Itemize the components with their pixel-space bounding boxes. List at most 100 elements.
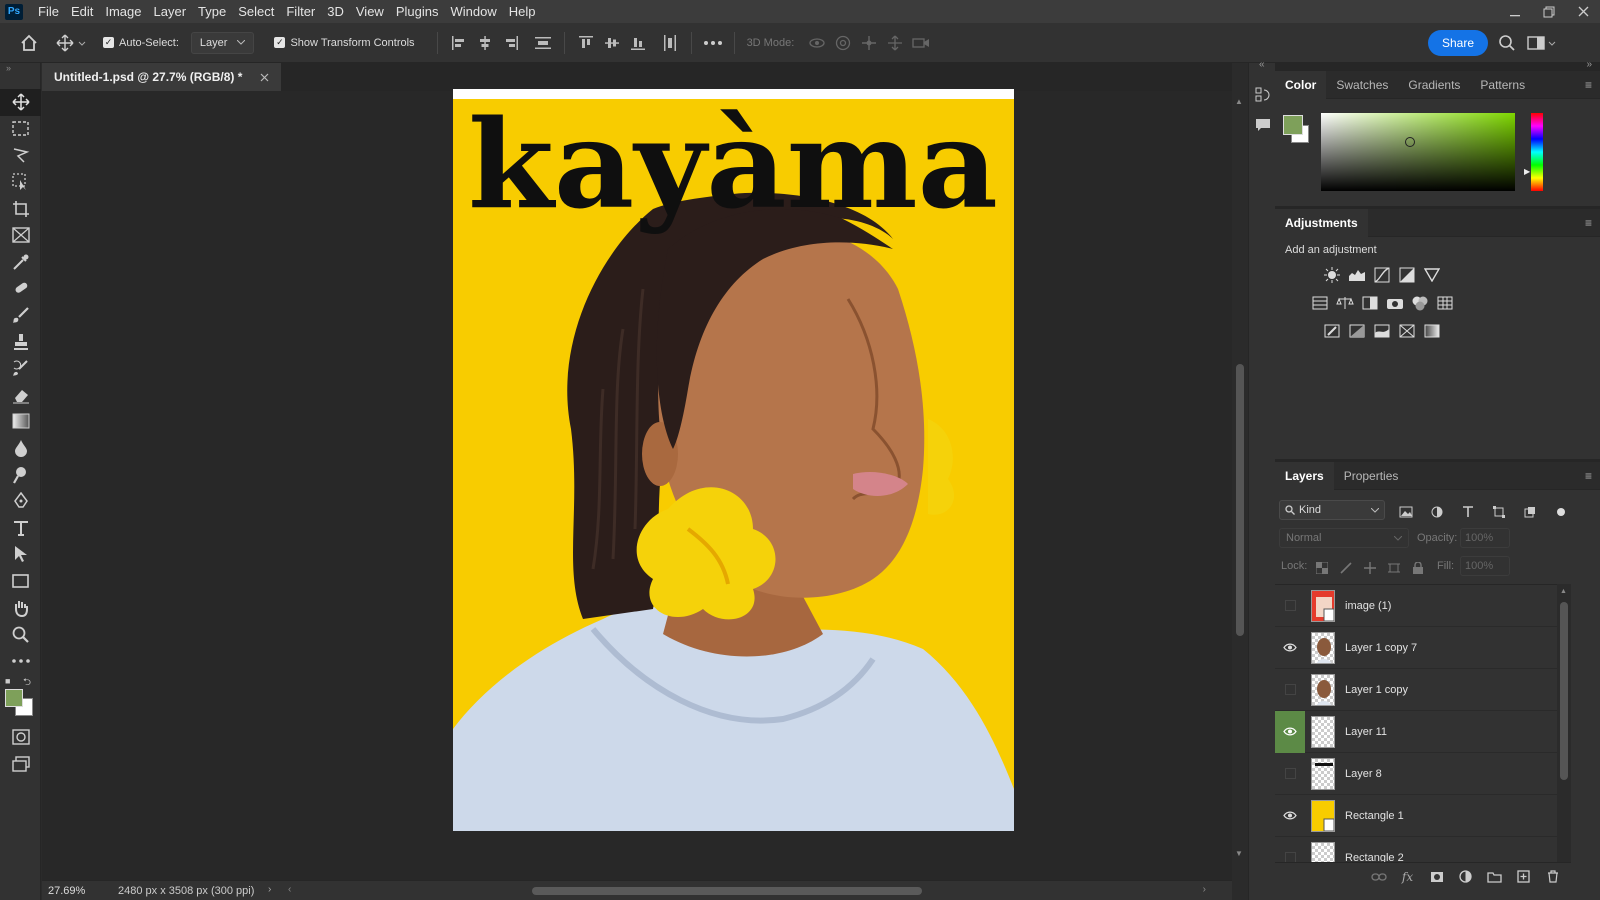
hue-saturation-button[interactable] <box>1307 291 1332 315</box>
lock-position-button[interactable] <box>1359 556 1380 580</box>
panel-foreground-swatch[interactable] <box>1283 115 1303 135</box>
add-mask-button[interactable] <box>1424 865 1449 889</box>
search-button[interactable] <box>1494 30 1520 56</box>
scroll-up-icon[interactable]: ▲ <box>1235 97 1243 106</box>
filter-type-button[interactable] <box>1455 500 1480 524</box>
channel-mixer-button[interactable] <box>1407 291 1432 315</box>
visibility-toggle[interactable] <box>1275 795 1305 837</box>
zoom-tool[interactable] <box>0 621 41 648</box>
path-selection-tool[interactable] <box>0 541 41 568</box>
crop-tool[interactable] <box>0 195 41 222</box>
invert-button[interactable] <box>1319 319 1344 343</box>
3d-roll-button[interactable] <box>830 30 856 56</box>
collapse-panels-icon[interactable]: » <box>1586 59 1592 70</box>
marquee-tool[interactable] <box>0 116 41 143</box>
3d-scale-button[interactable] <box>908 30 934 56</box>
visibility-toggle[interactable] <box>1275 710 1305 753</box>
menu-select[interactable]: Select <box>232 0 280 23</box>
tab-swatches[interactable]: Swatches <box>1326 71 1398 99</box>
link-layers-button[interactable] <box>1366 865 1391 889</box>
layer-row[interactable]: Rectangle 2 <box>1275 837 1557 862</box>
healing-brush-tool[interactable] <box>0 275 41 302</box>
menu-help[interactable]: Help <box>503 0 542 23</box>
3d-pan-button[interactable] <box>856 30 882 56</box>
status-menu-arrow-icon[interactable]: › <box>268 884 271 895</box>
align-bottom-button[interactable] <box>625 30 651 56</box>
layer-row[interactable]: Layer 1 copy <box>1275 669 1557 711</box>
color-lookup-button[interactable] <box>1432 291 1457 315</box>
lasso-tool[interactable] <box>0 142 41 169</box>
layer-row[interactable]: Rectangle 1 <box>1275 795 1557 837</box>
menu-type[interactable]: Type <box>192 0 232 23</box>
comments-panel-button[interactable] <box>1253 113 1273 137</box>
gradient-map-button[interactable] <box>1419 319 1444 343</box>
menu-image[interactable]: Image <box>99 0 147 23</box>
new-layer-button[interactable] <box>1511 865 1536 889</box>
object-selection-tool[interactable] <box>0 169 41 196</box>
scroll-left-icon[interactable]: ‹ <box>288 884 291 895</box>
frame-tool[interactable] <box>0 222 41 249</box>
hand-tool[interactable] <box>0 594 41 621</box>
scroll-right-icon[interactable]: › <box>1203 884 1206 895</box>
scroll-down-icon[interactable]: ▼ <box>1235 849 1243 858</box>
eraser-tool[interactable] <box>0 382 41 409</box>
expand-panels-icon[interactable]: « <box>1259 59 1265 70</box>
move-tool-preset-button[interactable] <box>51 30 91 56</box>
minimize-button[interactable] <box>1498 0 1532 23</box>
lock-all-button[interactable] <box>1407 556 1428 580</box>
document-tab[interactable]: Untitled-1.psd @ 27.7% (RGB/8) * <box>42 63 282 91</box>
dodge-tool[interactable] <box>0 461 41 488</box>
visibility-toggle[interactable] <box>1275 627 1305 669</box>
filter-toggle-button[interactable] <box>1548 500 1573 524</box>
lock-artboard-button[interactable] <box>1383 556 1404 580</box>
layers-scrollbar[interactable]: ▲ <box>1557 584 1571 862</box>
filter-shape-button[interactable] <box>1486 500 1511 524</box>
default-colors-icon[interactable]: ■ <box>5 676 10 686</box>
opacity-field[interactable]: 100% <box>1460 528 1510 548</box>
close-window-button[interactable] <box>1566 0 1600 23</box>
gradient-tool[interactable] <box>0 408 41 435</box>
collapse-toolbar-icon[interactable]: » <box>0 63 40 77</box>
visibility-toggle[interactable] <box>1275 837 1305 862</box>
clone-stamp-tool[interactable] <box>0 328 41 355</box>
auto-select-checkbox[interactable]: ✓ Auto-Select: <box>103 37 179 49</box>
lock-pixels-button[interactable] <box>1335 556 1356 580</box>
selective-color-button[interactable] <box>1394 319 1419 343</box>
close-tab-icon[interactable] <box>260 73 269 82</box>
horizontal-scroll-thumb[interactable] <box>532 887 922 895</box>
brightness-contrast-button[interactable] <box>1319 263 1344 287</box>
color-field[interactable] <box>1321 113 1515 191</box>
vibrance-button[interactable] <box>1419 263 1444 287</box>
visibility-toggle[interactable] <box>1275 585 1305 627</box>
fill-field[interactable]: 100% <box>1460 556 1510 576</box>
layer-row[interactable]: Layer 8 <box>1275 753 1557 795</box>
distribute-horizontal-button[interactable] <box>657 30 683 56</box>
scroll-up-icon[interactable]: ▲ <box>1560 588 1567 595</box>
menu-layer[interactable]: Layer <box>148 0 193 23</box>
filter-smart-object-button[interactable] <box>1517 500 1542 524</box>
filter-pixel-button[interactable] <box>1393 500 1418 524</box>
align-left-button[interactable] <box>446 30 472 56</box>
new-group-button[interactable] <box>1482 865 1507 889</box>
delete-layer-button[interactable] <box>1540 865 1565 889</box>
blur-tool[interactable] <box>0 435 41 462</box>
document-canvas[interactable]: kayàma <box>453 89 1014 831</box>
menu-plugins[interactable]: Plugins <box>390 0 445 23</box>
auto-select-target-dropdown[interactable]: Layer <box>190 31 255 54</box>
panel-menu-icon[interactable]: ≡ <box>1585 469 1592 483</box>
lock-transparent-button[interactable] <box>1311 556 1332 580</box>
menu-view[interactable]: View <box>350 0 390 23</box>
photo-filter-button[interactable] <box>1382 291 1407 315</box>
move-tool[interactable] <box>0 89 41 116</box>
layer-row[interactable]: Layer 1 copy 7 <box>1275 627 1557 669</box>
blend-mode-dropdown[interactable]: Normal <box>1279 528 1409 548</box>
visibility-toggle[interactable] <box>1275 669 1305 711</box>
layer-row[interactable]: image (1) <box>1275 585 1557 627</box>
color-balance-button[interactable] <box>1332 291 1357 315</box>
align-top-button[interactable] <box>573 30 599 56</box>
tab-properties[interactable]: Properties <box>1334 462 1409 490</box>
distribute-vertical-button[interactable] <box>530 30 556 56</box>
zoom-level[interactable]: 27.69% <box>42 885 106 897</box>
tab-adjustments[interactable]: Adjustments <box>1275 208 1368 237</box>
new-adjustment-layer-button[interactable] <box>1453 865 1478 889</box>
